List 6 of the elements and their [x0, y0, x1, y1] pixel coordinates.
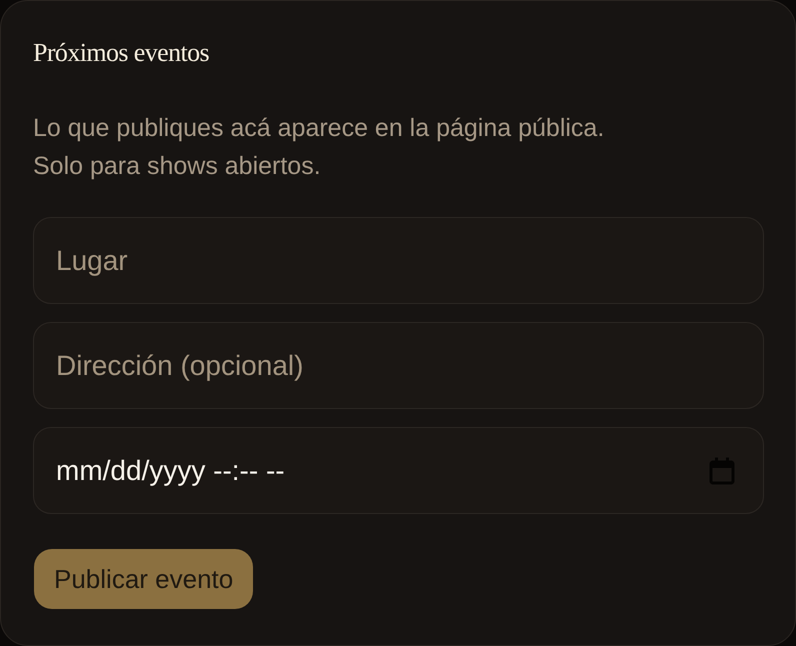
text-input-field[interactable]: Dirección (opcional) [33, 322, 764, 409]
publish-button[interactable]: Publicar evento [34, 549, 254, 609]
date-time-field[interactable]: mm/dd/yyyy --:-- -- [33, 427, 764, 514]
description-text: Lo que publiques acá aparece en la página pública. Solo para shows abiertos. [33, 113, 604, 182]
section-title: Próximos eventos [33, 37, 210, 69]
text-input-field[interactable]: Lugar [33, 217, 764, 304]
